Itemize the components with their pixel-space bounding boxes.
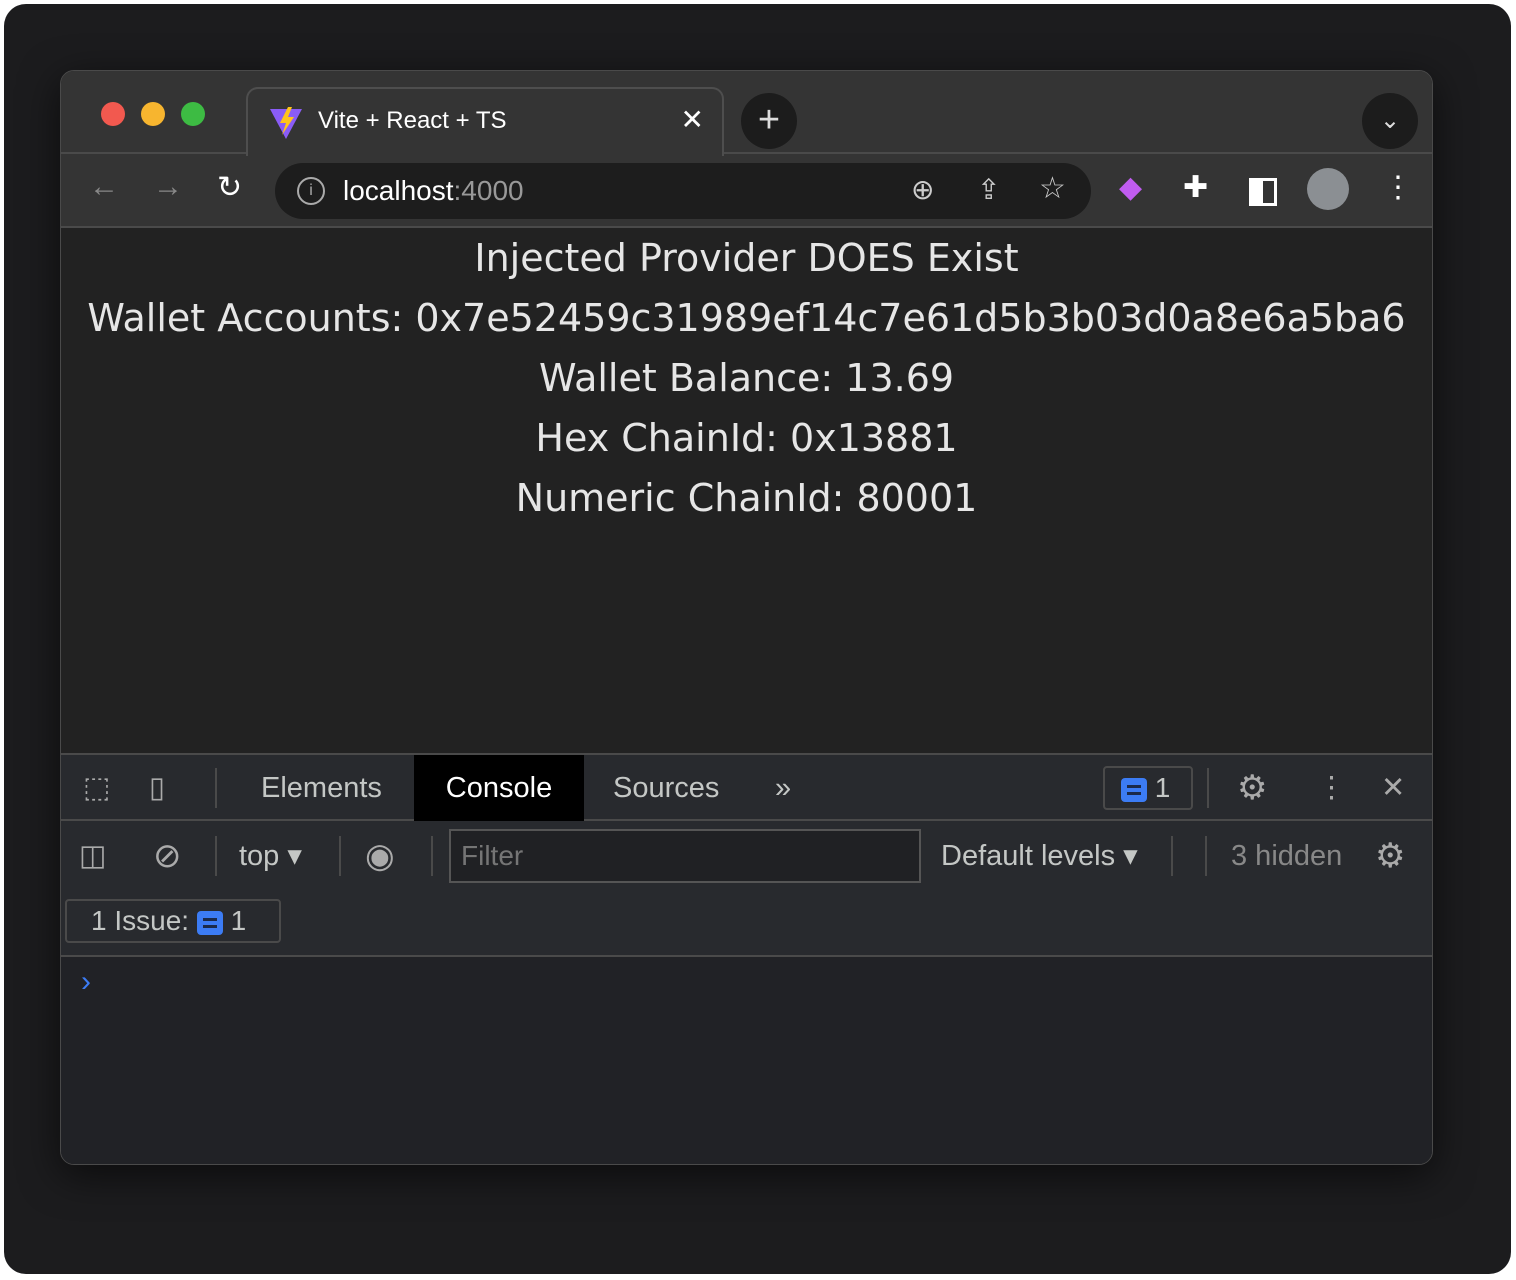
settings-gear-icon[interactable]: ⚙ <box>1237 755 1267 821</box>
browser-menu-icon[interactable]: ⋮ <box>1383 170 1413 205</box>
more-tabs-icon[interactable]: » <box>775 755 791 821</box>
zoom-icon[interactable]: ⊕ <box>911 173 934 206</box>
devtools-menu-icon[interactable]: ⋮ <box>1317 755 1346 821</box>
extensions-puzzle-icon[interactable]: ✚ <box>1183 170 1208 205</box>
provider-status: Injected Provider DOES Exist <box>474 236 1019 280</box>
address-bar[interactable]: i localhost:4000 ⊕ ⇪ ☆ <box>275 163 1091 219</box>
issue-chat-icon <box>196 910 223 935</box>
back-arrow-icon[interactable]: ← <box>89 170 119 204</box>
close-window-button[interactable] <box>101 102 125 126</box>
devtools-tabs: ⬚ ▯ Elements Console Sources » 1 ⚙ ⋮ ✕ <box>61 755 1432 821</box>
issues-button[interactable]: 1 Issue: 1 <box>65 899 281 943</box>
forward-arrow-icon[interactable]: → <box>153 170 183 204</box>
tab-search-chevron-icon[interactable]: ⌄ <box>1362 93 1418 149</box>
hex-chain-id: Hex ChainId: 0x13881 <box>535 416 958 460</box>
tab-strip: Vite + React + TS ✕ + ⌄ <box>61 71 1432 156</box>
tab-console[interactable]: Console <box>414 755 584 821</box>
sidebar-toggle-icon[interactable]: ◫ <box>79 823 106 889</box>
page-content: Injected Provider DOES Exist Wallet Acco… <box>61 228 1432 753</box>
hidden-count: 3 hidden <box>1231 840 1343 872</box>
clear-console-icon[interactable]: ⊘ <box>153 823 182 889</box>
numeric-chain-id: Numeric ChainId: 80001 <box>515 476 978 520</box>
inspect-element-icon[interactable]: ⬚ <box>83 755 110 821</box>
browser-tab[interactable]: Vite + React + TS ✕ <box>246 87 724 156</box>
log-levels-dropdown[interactable]: Default levels ▾ <box>941 823 1138 889</box>
devtools-panel: ⬚ ▯ Elements Console Sources » 1 ⚙ ⋮ ✕ ◫… <box>61 753 1432 1164</box>
minimize-window-button[interactable] <box>141 102 165 126</box>
browser-window: Vite + React + TS ✕ + ⌄ ← → ↻ i localhos… <box>60 70 1433 1165</box>
context-selector[interactable]: top ▾ <box>239 823 302 889</box>
live-expression-eye-icon[interactable]: ◉ <box>365 823 395 889</box>
metamask-fox-icon[interactable]: ◆ <box>1119 170 1142 205</box>
console-toolbar: ◫ ⊘ top ▾ ◉ Default levels ▾ 3 hidden ⚙ <box>61 823 1432 889</box>
side-panel-icon[interactable] <box>1249 178 1277 206</box>
info-icon[interactable]: i <box>297 177 325 205</box>
issues-badge-button[interactable]: 1 <box>1103 766 1193 810</box>
issue-chat-icon <box>1121 777 1147 802</box>
wallet-balance: Wallet Balance: 13.69 <box>538 356 955 400</box>
vite-logo-icon <box>270 107 302 139</box>
console-filter-input[interactable] <box>449 829 921 883</box>
new-tab-button[interactable]: + <box>741 93 797 149</box>
tab-title: Vite + React + TS <box>318 107 507 134</box>
console-settings-gear-icon[interactable]: ⚙ <box>1375 823 1405 889</box>
console-prompt[interactable]: › <box>61 955 1432 1164</box>
wallet-accounts: Wallet Accounts: 0x7e52459c31989ef14c7e6… <box>87 296 1406 340</box>
reload-icon[interactable]: ↻ <box>217 170 242 205</box>
toolbar: ← → ↻ i localhost:4000 ⊕ ⇪ ☆ ◆ ✚ ⋮ <box>61 154 1432 228</box>
maximize-window-button[interactable] <box>181 102 205 126</box>
url-text: localhost:4000 <box>343 175 524 206</box>
bookmark-star-icon[interactable]: ☆ <box>1039 171 1066 206</box>
profile-avatar[interactable] <box>1307 168 1349 210</box>
tab-elements[interactable]: Elements <box>261 755 382 821</box>
close-devtools-icon[interactable]: ✕ <box>1381 755 1405 821</box>
share-icon[interactable]: ⇪ <box>977 173 1000 206</box>
close-tab-icon[interactable]: ✕ <box>681 103 704 136</box>
prompt-chevron-icon: › <box>81 965 91 998</box>
device-toolbar-icon[interactable]: ▯ <box>149 755 165 821</box>
tab-sources[interactable]: Sources <box>613 755 719 821</box>
